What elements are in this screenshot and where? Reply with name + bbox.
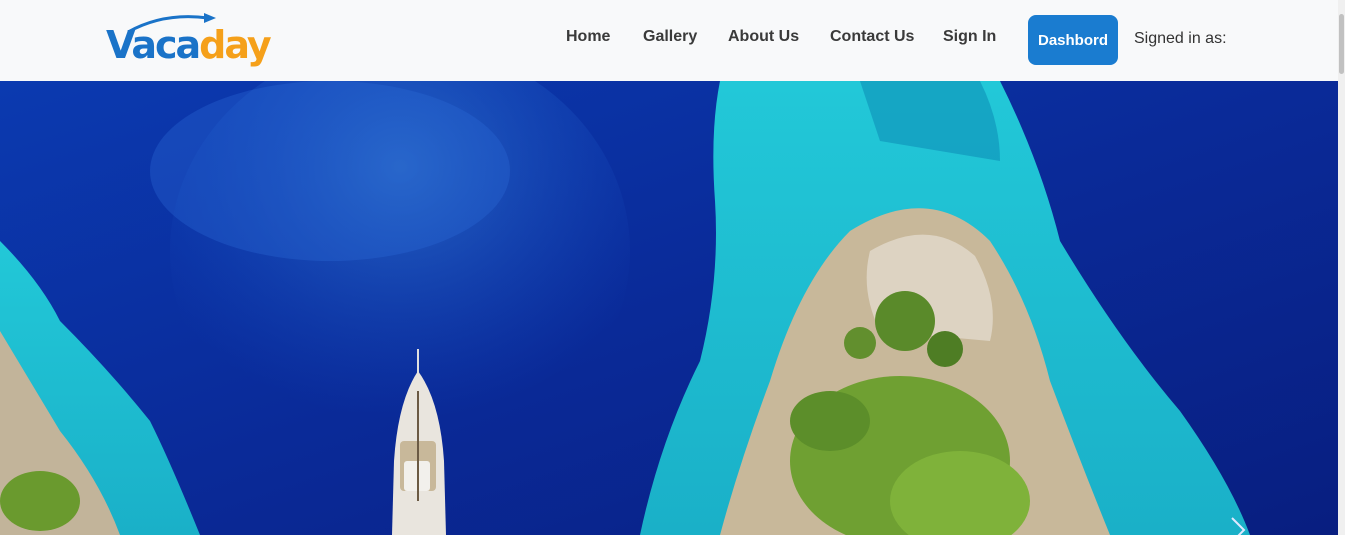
nav-links: Home Gallery About Us Contact Us Sign In… — [0, 0, 1338, 81]
scrollbar[interactable] — [1338, 0, 1345, 535]
signed-in-label: Signed in as: — [1134, 30, 1227, 47]
nav-sign-in[interactable]: Sign In — [943, 28, 996, 46]
nav-contact-us[interactable]: Contact Us — [830, 28, 914, 46]
hero-image — [0, 81, 1338, 535]
dashboard-button[interactable]: Dashbord — [1028, 15, 1118, 65]
scrollbar-thumb[interactable] — [1339, 14, 1344, 74]
nav-home[interactable]: Home — [566, 28, 610, 46]
navbar: Vacaday Home Gallery About Us Contact Us… — [0, 0, 1338, 81]
nav-about-us[interactable]: About Us — [728, 28, 799, 46]
hero-carousel[interactable] — [0, 81, 1338, 535]
nav-gallery[interactable]: Gallery — [643, 28, 697, 46]
